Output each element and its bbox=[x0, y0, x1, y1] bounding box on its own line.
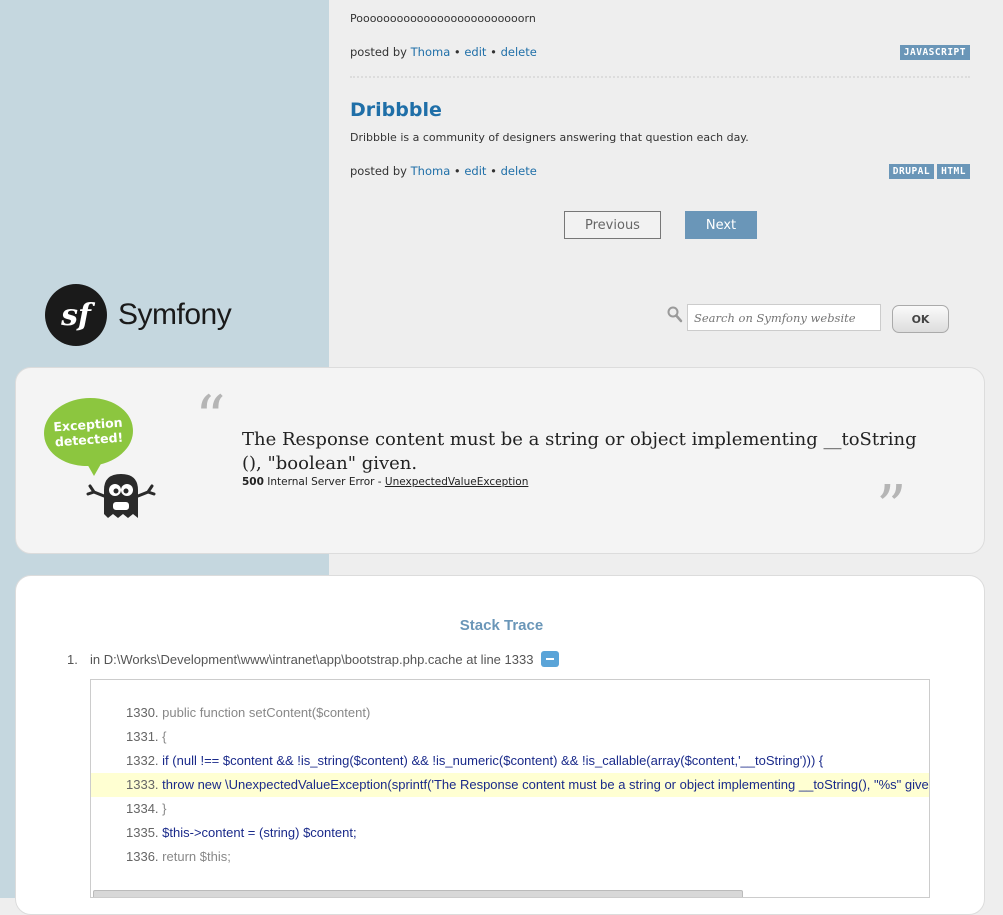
delete-link[interactable]: delete bbox=[501, 164, 537, 178]
post-excerpt: Dribbble is a community of designers ans… bbox=[350, 131, 749, 144]
post-tags: DRUPAL HTML bbox=[888, 164, 970, 179]
line-number: 1334. bbox=[126, 801, 159, 816]
line-code: return $this; bbox=[162, 849, 231, 864]
exception-message: The Response content must be a string or… bbox=[242, 429, 917, 474]
post-tags: JAVASCRIPT bbox=[899, 45, 970, 60]
edit-link[interactable]: edit bbox=[464, 164, 486, 178]
edit-link[interactable]: edit bbox=[464, 45, 486, 59]
bullet: • bbox=[453, 164, 461, 178]
exception-class: UnexpectedValueException bbox=[384, 476, 529, 488]
tag-html[interactable]: HTML bbox=[937, 164, 970, 179]
status-code: 500 bbox=[242, 476, 264, 488]
line-code: if (null !== $content && !is_string($con… bbox=[162, 753, 824, 768]
line-code: { bbox=[162, 729, 167, 744]
horizontal-scrollbar[interactable] bbox=[93, 890, 743, 897]
line-number: 1330. bbox=[126, 705, 159, 720]
symfony-logo[interactable]: sf Symfony bbox=[45, 284, 232, 346]
next-button[interactable]: Next bbox=[685, 211, 757, 239]
line-code: } bbox=[162, 801, 167, 816]
post-meta: posted by Thoma • edit • delete bbox=[350, 164, 537, 178]
trace-item-location: in D:\Works\Development\www\intranet\app… bbox=[90, 651, 534, 667]
trace-item: 1. in D:\Works\Development\www\intranet\… bbox=[67, 651, 560, 667]
symfony-logo-icon: sf bbox=[45, 284, 107, 346]
post-divider bbox=[350, 76, 970, 78]
post-meta: posted by Thoma • edit • delete bbox=[350, 45, 537, 59]
author-link[interactable]: Thoma bbox=[411, 164, 451, 178]
line-number: 1332. bbox=[126, 753, 159, 768]
line-number: 1335. bbox=[126, 825, 159, 840]
tag-javascript[interactable]: JAVASCRIPT bbox=[899, 45, 970, 60]
trace-item-number: 1. bbox=[67, 651, 78, 667]
stack-trace-title: Stack Trace bbox=[459, 617, 544, 634]
badge-text: Exception detected! bbox=[52, 414, 124, 450]
posted-by-label: posted by bbox=[350, 164, 407, 178]
bullet: • bbox=[490, 45, 497, 59]
code-snippet: 1330. public function setContent($conten… bbox=[90, 679, 930, 898]
code-line-highlighted: 1333. throw new \UnexpectedValueExceptio… bbox=[91, 773, 929, 797]
open-quote-icon: “ bbox=[195, 383, 226, 453]
author-link[interactable]: Thoma bbox=[411, 45, 451, 59]
exception-status: 500 Internal Server Error - UnexpectedVa… bbox=[242, 476, 528, 488]
collapse-toggle-icon[interactable] bbox=[541, 651, 560, 667]
code-line: 1330. public function setContent($conten… bbox=[91, 701, 929, 725]
code-line: 1334. } bbox=[91, 797, 929, 821]
post-excerpt: Pooooooooooooooooooooooooorn bbox=[350, 12, 536, 25]
line-number: 1331. bbox=[126, 729, 159, 744]
close-quote-icon: ” bbox=[876, 473, 907, 543]
search-input[interactable] bbox=[687, 304, 881, 331]
bullet: • bbox=[453, 45, 461, 59]
line-code: throw new \UnexpectedValueException(spri… bbox=[162, 777, 929, 792]
line-number: 1336. bbox=[126, 849, 159, 864]
search-submit-button[interactable]: OK bbox=[892, 305, 949, 333]
search-icon bbox=[667, 306, 683, 327]
line-number: 1333. bbox=[126, 777, 159, 792]
line-code: $this->content = (string) $content; bbox=[162, 825, 357, 840]
posted-by-label: posted by bbox=[350, 45, 407, 59]
line-code: public function setContent($content) bbox=[162, 705, 371, 720]
delete-link[interactable]: delete bbox=[501, 45, 537, 59]
code-line: 1335. $this->content = (string) $content… bbox=[91, 821, 929, 845]
previous-button[interactable]: Previous bbox=[564, 211, 661, 239]
status-text: Internal Server Error - bbox=[267, 476, 382, 488]
bullet: • bbox=[490, 164, 497, 178]
post-title[interactable]: Dribbble bbox=[350, 99, 442, 121]
code-line: 1332. if (null !== $content && !is_strin… bbox=[91, 749, 929, 773]
tag-drupal[interactable]: DRUPAL bbox=[888, 164, 935, 179]
ghost-mascot-icon bbox=[86, 470, 158, 526]
symfony-logo-text: Symfony bbox=[118, 298, 232, 331]
code-line: 1331. { bbox=[91, 725, 929, 749]
code-line: 1336. return $this; bbox=[91, 845, 929, 869]
